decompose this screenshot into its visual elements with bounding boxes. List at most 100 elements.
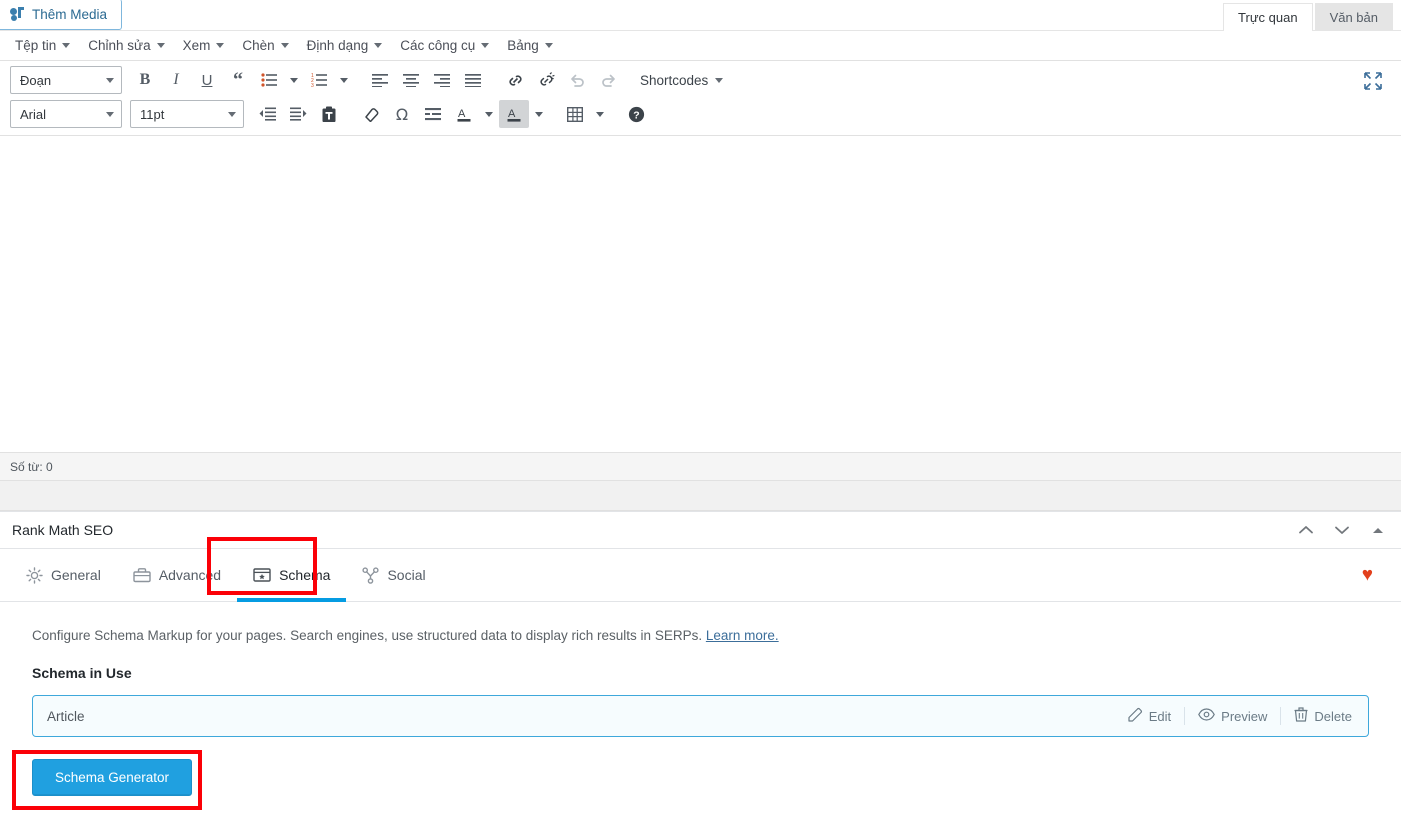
favorite-heart-icon[interactable]: ♥: [1362, 566, 1373, 585]
rank-math-tabs: General Advanced Schema Social ♥: [0, 537, 1401, 602]
table-icon[interactable]: [560, 100, 590, 128]
help-icon[interactable]: ?: [621, 100, 651, 128]
chevron-down-icon: [374, 43, 383, 48]
fullscreen-icon[interactable]: [1359, 67, 1387, 95]
menu-insert-label: Chèn: [242, 38, 275, 53]
italic-label: I: [173, 71, 179, 88]
numbered-list-icon[interactable]: 1 2 3: [304, 66, 334, 94]
horizontal-rule-icon[interactable]: [418, 100, 448, 128]
toggle-panel-icon[interactable]: [1367, 519, 1389, 541]
schema-generator-button[interactable]: Schema Generator: [32, 759, 193, 796]
tab-general-label: General: [51, 567, 101, 583]
panel-order-controls: [1295, 519, 1389, 541]
text-color-icon[interactable]: A: [449, 100, 479, 128]
chevron-down-icon: [228, 111, 236, 117]
rank-math-header: Rank Math SEO: [0, 512, 1401, 549]
schema-name: Article: [47, 708, 85, 724]
editor-content-area[interactable]: [0, 136, 1401, 453]
shortcodes-dropdown[interactable]: Shortcodes: [632, 69, 731, 92]
schema-delete-label: Delete: [1314, 708, 1352, 724]
align-center-icon[interactable]: [396, 66, 426, 94]
editor-menubar: Tệp tin Chỉnh sửa Xem Chèn Định dạng Các…: [0, 31, 1401, 61]
blockquote-icon[interactable]: “: [223, 66, 253, 94]
schema-preview-button[interactable]: Preview: [1185, 707, 1282, 725]
menu-tools-label: Các công cụ: [400, 38, 476, 53]
schema-tab-content: Configure Schema Markup for your pages. …: [0, 602, 1401, 810]
schema-edit-button[interactable]: Edit: [1115, 707, 1186, 725]
schema-in-use-row: Article Edit Preview Delete: [32, 695, 1369, 737]
menu-view[interactable]: Xem: [174, 35, 234, 56]
tab-visual[interactable]: Trực quan: [1223, 3, 1313, 31]
move-up-icon[interactable]: [1295, 519, 1317, 541]
bulleted-list-icon[interactable]: [254, 66, 284, 94]
undo-icon[interactable]: [562, 66, 592, 94]
insert-link-icon[interactable]: [500, 66, 530, 94]
underline-label: U: [201, 71, 213, 89]
media-icon: [10, 6, 25, 22]
table-dropdown[interactable]: [591, 100, 609, 128]
toolbar-row-1: Đoạn B I U “ 1 2 3 Shortcodes: [0, 63, 1401, 97]
toolbox-icon: [133, 567, 151, 583]
svg-text:?: ?: [633, 109, 639, 121]
tab-social[interactable]: Social: [346, 549, 441, 602]
paste-as-text-icon[interactable]: [314, 100, 344, 128]
gear-icon: [26, 566, 43, 584]
menu-file[interactable]: Tệp tin: [6, 35, 79, 56]
editor-view-tabs: Trực quan Văn bản: [1221, 0, 1393, 31]
tab-advanced[interactable]: Advanced: [117, 549, 237, 602]
font-family-select[interactable]: Arial: [10, 100, 122, 128]
highlight-color-icon[interactable]: A: [499, 100, 529, 128]
italic-button[interactable]: I: [161, 66, 191, 94]
schema-icon: [253, 567, 271, 583]
learn-more-link[interactable]: Learn more.: [706, 628, 779, 643]
chevron-down-icon: [544, 43, 553, 48]
tab-schema[interactable]: Schema: [237, 549, 347, 602]
remove-link-icon[interactable]: [531, 66, 561, 94]
special-character-icon[interactable]: Ω: [387, 100, 417, 128]
menu-tools[interactable]: Các công cụ: [391, 35, 498, 56]
align-justify-icon[interactable]: [458, 66, 488, 94]
font-size-select[interactable]: 11pt: [130, 100, 244, 128]
align-right-icon[interactable]: [427, 66, 457, 94]
menu-format[interactable]: Định dạng: [298, 35, 392, 56]
shortcodes-label: Shortcodes: [640, 72, 709, 88]
paragraph-format-value: Đoạn: [20, 72, 52, 88]
chevron-down-icon: [106, 111, 114, 117]
paragraph-format-select[interactable]: Đoạn: [10, 66, 122, 94]
schema-description-text: Configure Schema Markup for your pages. …: [32, 628, 703, 643]
increase-indent-icon[interactable]: [283, 100, 313, 128]
trash-icon: [1294, 707, 1308, 725]
bulleted-list-dropdown[interactable]: [285, 66, 303, 94]
chevron-down-icon: [62, 43, 71, 48]
numbered-list-dropdown[interactable]: [335, 66, 353, 94]
align-left-icon[interactable]: [365, 66, 395, 94]
move-down-icon[interactable]: [1331, 519, 1353, 541]
menu-format-label: Định dạng: [306, 38, 369, 53]
tab-general[interactable]: General: [10, 549, 117, 602]
rank-math-panel: Rank Math SEO General Advanced Schema So…: [0, 511, 1401, 810]
add-media-label: Thêm Media: [32, 6, 108, 22]
text-color-dropdown[interactable]: [480, 100, 498, 128]
decrease-indent-icon[interactable]: [252, 100, 282, 128]
menu-insert[interactable]: Chèn: [233, 35, 297, 56]
add-media-button[interactable]: Thêm Media: [0, 0, 123, 30]
menu-edit[interactable]: Chỉnh sửa: [79, 35, 173, 56]
highlight-color-dropdown[interactable]: [530, 100, 548, 128]
tab-social-label: Social: [387, 567, 426, 583]
schema-delete-button[interactable]: Delete: [1281, 707, 1352, 725]
font-family-value: Arial: [20, 106, 47, 122]
editor-toolbar: Đoạn B I U “ 1 2 3 Shortcodes Arial 11pt…: [0, 61, 1401, 136]
bold-button[interactable]: B: [130, 66, 160, 94]
clear-formatting-icon[interactable]: [356, 100, 386, 128]
menu-table[interactable]: Bảng: [498, 35, 562, 56]
tab-text[interactable]: Văn bản: [1314, 3, 1393, 31]
eye-icon: [1198, 708, 1216, 724]
menu-view-label: Xem: [182, 38, 211, 53]
word-count-label: Số từ: 0: [10, 459, 53, 474]
chevron-down-icon: [216, 43, 225, 48]
schema-generator-wrap: Schema Generator: [12, 750, 202, 810]
chevron-down-icon: [715, 77, 724, 83]
redo-icon[interactable]: [593, 66, 623, 94]
tab-advanced-label: Advanced: [158, 567, 222, 583]
underline-button[interactable]: U: [192, 66, 222, 94]
